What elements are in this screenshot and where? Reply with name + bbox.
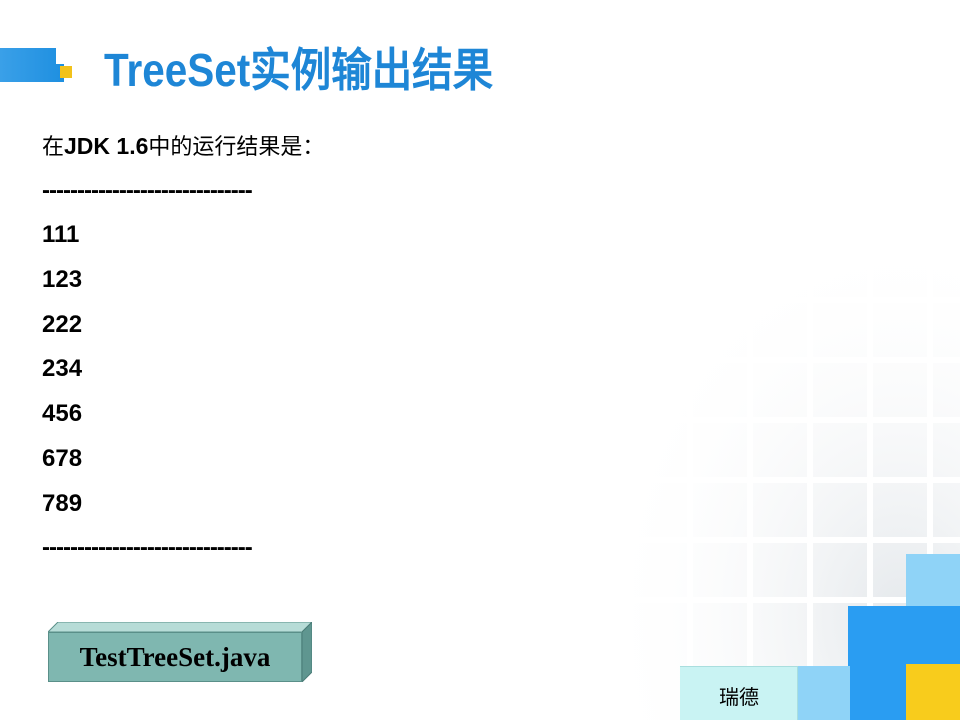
header-accent-bar xyxy=(0,48,64,82)
deco-block-light-blue-top xyxy=(906,554,960,606)
deco-block-yellow xyxy=(906,664,960,720)
output-listing: 在JDK 1.6中的运行结果是： -----------------------… xyxy=(42,128,562,575)
footer-label-box: 瑞德 xyxy=(680,666,798,720)
intro-jdk-version: JDK 1.6 xyxy=(64,133,149,159)
header-accent-notch xyxy=(56,48,78,64)
source-file-box: TestTreeSet.java xyxy=(48,622,312,682)
source-file-name: TestTreeSet.java xyxy=(79,642,271,672)
output-value: 111 xyxy=(42,221,80,249)
output-value: 222 xyxy=(42,310,83,338)
output-value: 678 xyxy=(42,444,83,472)
header-accent-square xyxy=(60,66,72,78)
intro-prefix: 在 xyxy=(42,135,65,160)
separator-top: ------------------------------ xyxy=(42,176,253,204)
intro-line: 在JDK 1.6中的运行结果是： xyxy=(42,128,562,173)
intro-suffix: 中的运行结果是： xyxy=(148,135,325,160)
separator-bottom: ------------------------------ xyxy=(42,534,253,562)
footer-label: 瑞德 xyxy=(719,685,759,709)
deco-block-light-blue-bottom xyxy=(798,666,850,720)
output-value: 234 xyxy=(42,355,83,383)
output-value: 456 xyxy=(42,400,83,428)
file-box-top-face xyxy=(48,622,312,632)
output-value: 789 xyxy=(42,489,83,517)
page-title: TreeSet实例输出结果 xyxy=(104,44,494,96)
file-box-side-face xyxy=(302,622,312,682)
output-value: 123 xyxy=(42,266,83,294)
